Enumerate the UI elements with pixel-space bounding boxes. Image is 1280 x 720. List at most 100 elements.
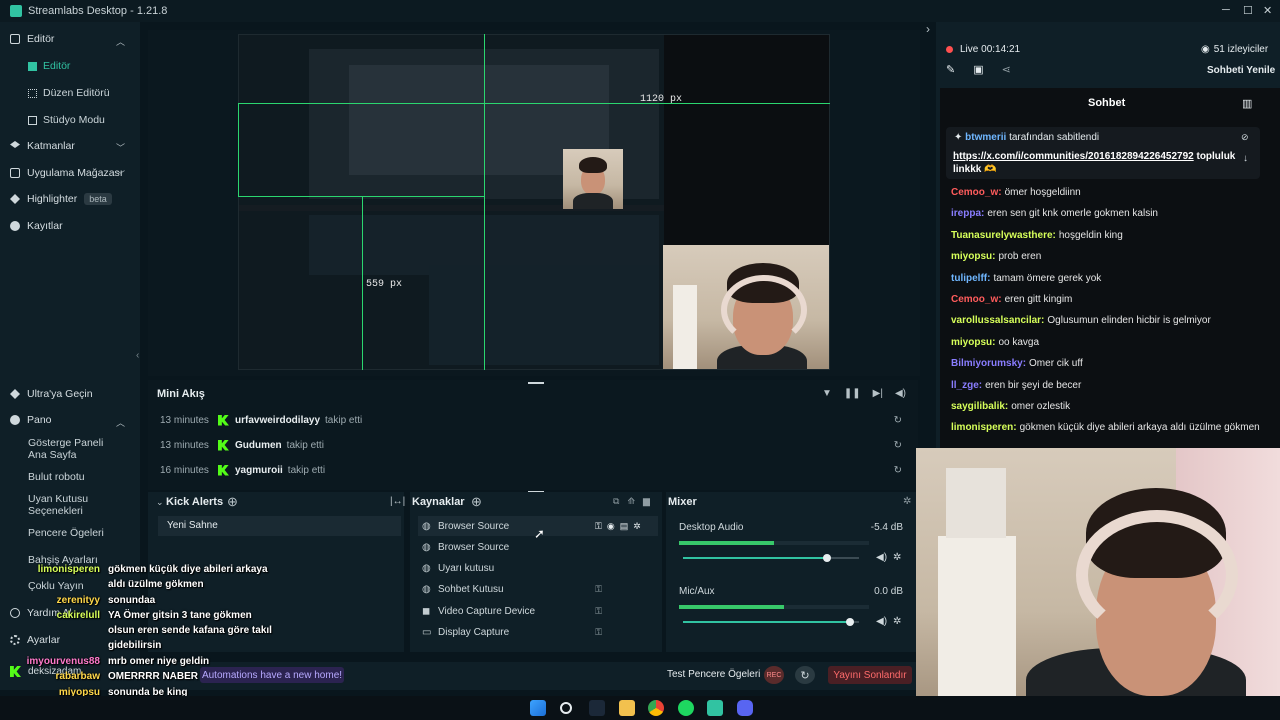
sidebar-item-multistream[interactable]: Çoklu Yayın [28,580,84,592]
chat-username[interactable]: miyopsu: [951,251,995,262]
sidebar-item-cloudbot[interactable]: Bulut robotu [28,471,85,483]
source-item[interactable]: ▭ Display Capture ⚿ [418,623,658,643]
source-item[interactable]: ◍ Sohbet Kutusu ⚿ [418,580,658,600]
chat-message: Cemoo_w: eren gitt kingim [951,293,1269,306]
chevron-down-icon[interactable]: ⌄ [156,497,164,508]
copy-icon[interactable]: ⧉ [613,496,619,507]
share-icon[interactable]: ⋖ [1002,63,1011,76]
rec-button[interactable]: REC [764,666,784,684]
chat-username[interactable]: Bilmiyorumsky: [951,358,1026,369]
replay-alert-icon[interactable]: ↻ [894,440,902,451]
sidebar-item-layers[interactable]: Katmanlar [10,140,75,152]
chrome-icon[interactable] [648,700,664,716]
close-button[interactable]: ✕ [1263,4,1272,17]
edit-icon[interactable]: ✎ [946,63,955,76]
sidebar-item-app-store[interactable]: Uygulama Mağazası [10,167,123,179]
spotify-icon[interactable] [678,700,694,716]
end-stream-button[interactable]: Yayını Sonlandır [828,666,912,684]
overlay-chat-username: zerenityy [56,595,100,606]
chat-username[interactable]: saygilibalik: [951,401,1008,412]
gear-icon[interactable]: ✲ [633,521,641,532]
minimize-button[interactable]: ─ [1222,4,1230,16]
chat-text: ömer hoşgeldiinn [1004,187,1081,198]
test-widgets-button[interactable]: Test Pencere Ögeleri [667,669,760,680]
lock-icon[interactable]: ⚿ [595,584,602,595]
lock-icon[interactable]: ⚿ [595,521,602,532]
windows-start-icon[interactable] [530,700,546,716]
scene-item[interactable]: Yeni Sahne [158,516,401,536]
sidebar-item-editor[interactable]: Editör [28,60,70,72]
source-item[interactable]: ◼ Video Capture Device ⚿ [418,601,658,621]
replay-buffer-icon[interactable]: ↻ [795,666,815,684]
layers-icon [10,141,20,148]
chat-username[interactable]: limonisperen: [951,422,1017,433]
replay-alert-icon[interactable]: ↻ [894,465,902,476]
search-icon[interactable] [560,702,572,714]
sidebar-item-dashboard-home[interactable]: Gösterge Paneli Ana Sayfa [28,437,124,461]
volume-slider[interactable] [683,618,859,626]
trash-icon[interactable]: ▤ [620,521,629,532]
sidebar-item-layout-editor[interactable]: Düzen Editörü [28,87,110,99]
chat-username[interactable]: tulipelff: [951,273,990,284]
overlay-chat-text: olsun eren sende kafana göre takıl [108,625,272,636]
chat-username[interactable]: ireppa: [951,208,984,219]
filter-icon[interactable]: ▼ [822,388,832,399]
maximize-button[interactable]: ☐ [1243,4,1253,17]
sidebar-item-recordings[interactable]: Kayıtlar [10,220,63,232]
sidebar-item-editor-group[interactable]: Editör [10,33,54,45]
volume-icon[interactable]: ◀) [895,388,906,399]
chat-username[interactable]: Tuanasurelywasthere: [951,230,1056,241]
sidebar-item-label: Katmanlar [27,140,75,152]
pinned-link[interactable]: https://x.com/i/communities/201618289422… [953,151,1194,162]
folder-icon[interactable] [619,700,635,716]
refresh-chat-button[interactable]: Sohbeti Yenile [1207,65,1275,76]
sidebar-item-alertbox[interactable]: Uyan Kutusu Seçenekleri [28,493,118,517]
group-icon[interactable]: ⟰ [627,496,635,507]
skip-icon[interactable]: ▶| [873,388,883,399]
chat-username[interactable]: ll_zge: [951,380,982,391]
pause-icon[interactable]: ❚❚ [844,388,861,399]
add-scene-icon[interactable]: ⊕ [227,494,238,510]
chat-username[interactable]: varollussalsancilar: [951,315,1044,326]
resize-handle[interactable] [528,382,544,384]
mouse-cursor-icon: ➚ [534,526,545,541]
sidebar-item-studio-mode[interactable]: Stüdyo Modu [28,114,105,126]
sidebar-item-settings[interactable]: Ayarlar [10,634,60,646]
gear-icon[interactable]: ✲ [893,616,901,627]
sidebar-item-highlighter[interactable]: Highlighter beta [10,193,112,205]
video-icon[interactable]: ▣ [973,63,983,76]
scene-transition-icon[interactable]: |↔| [390,496,405,507]
add-source-icon[interactable]: ⊕ [471,494,482,510]
chat-text: Oglusumun elinden hicbir is gelmiyor [1047,315,1211,327]
chat-username[interactable]: Cemoo_w: [951,294,1002,305]
speaker-icon[interactable]: ◀) [876,552,887,563]
streamlabs-icon[interactable] [707,700,723,716]
expand-pinned-icon[interactable]: ↓ [1243,153,1248,164]
lock-icon[interactable]: ⚿ [595,627,602,638]
replay-alert-icon[interactable]: ↻ [894,415,902,426]
sidebar-item-label: Editör [27,33,55,45]
chat-username[interactable]: miyopsu: [951,337,995,348]
mixer-settings-gear-icon[interactable]: ✲ [903,496,911,507]
sidebar-item-pano[interactable]: Pano [10,414,52,426]
stream-preview[interactable] [238,34,830,370]
speaker-icon[interactable]: ◀) [876,616,887,627]
chat-username[interactable]: Cemoo_w: [951,187,1002,198]
sidebar-item-ultra[interactable]: Ultra'ya Geçin [10,388,93,400]
folder-icon[interactable]: ▆ [643,496,650,507]
discord-icon[interactable] [737,700,753,716]
volume-slider[interactable] [683,554,859,562]
eye-icon[interactable]: ◉ [607,521,615,532]
automations-banner[interactable]: Automations have a new home! [200,667,344,683]
sidebar-item-widgets[interactable]: Pencere Ögeleri [28,527,104,539]
lock-icon[interactable]: ⚿ [595,606,602,617]
users-icon[interactable]: ▥ [1242,97,1252,110]
collapse-chevron-icon[interactable]: ‹ [136,350,139,361]
gear-icon[interactable]: ✲ [893,552,901,563]
unpin-icon[interactable]: ⊘ [1241,132,1249,143]
feed-action: takip etti [325,414,363,426]
expand-chat-chevron-icon[interactable]: › [926,22,930,36]
source-item[interactable]: ◍ Uyarı kutusu [418,559,658,579]
feed-row: 13 minutes Gudumen takip etti ↻ [160,433,910,457]
steam-icon[interactable] [589,700,605,716]
